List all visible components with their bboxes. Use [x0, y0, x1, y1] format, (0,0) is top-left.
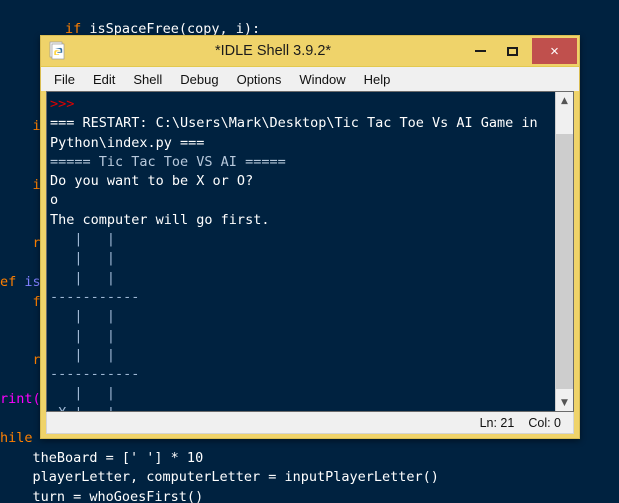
shell-line-text: >>> — [50, 96, 83, 112]
menu-item-file[interactable]: File — [45, 70, 84, 89]
idle-shell-window[interactable]: *IDLE Shell 3.9.2* × File Edit Shell Debug O… — [40, 35, 580, 439]
shell-line-text: | | — [50, 308, 116, 325]
shell-line: | | — [50, 269, 555, 288]
code-token: hile — [0, 430, 41, 446]
code-line: playerLetter, computerLetter = inputPlay… — [0, 468, 619, 488]
shell-line-text: ----------- — [50, 366, 140, 383]
shell-output-area[interactable]: >>> === RESTART: C:\Users\Mark\Desktop\T… — [46, 91, 574, 412]
menu-item-help[interactable]: Help — [355, 70, 400, 89]
shell-line: ----------- — [50, 288, 555, 307]
shell-line: === RESTART: C:\Users\Mark\Desktop\Tic T… — [50, 114, 555, 133]
close-icon: × — [550, 42, 559, 60]
code-token: playerLetter, computerLetter = inputPlay… — [0, 469, 439, 485]
code-token: rint( — [0, 391, 41, 407]
shell-line: | | — [50, 327, 555, 346]
menu-item-shell[interactable]: Shell — [124, 70, 171, 89]
shell-line: Do you want to be X or O? — [50, 172, 555, 191]
column-indicator: Col: 0 — [528, 415, 561, 430]
shell-line-text: ===== Tic Tac Toe VS AI ===== — [50, 153, 286, 170]
minimize-icon — [475, 50, 486, 52]
shell-line-text: ----------- — [50, 288, 140, 305]
code-token: theBoard = [' '] * 10 — [0, 449, 204, 466]
code-token: ef — [0, 274, 25, 290]
shell-line: | | — [50, 384, 555, 403]
shell-line-text: | | — [50, 385, 116, 402]
code-token: is — [24, 274, 41, 290]
python-idle-icon — [49, 41, 65, 60]
shell-text[interactable]: >>> === RESTART: C:\Users\Mark\Desktop\T… — [47, 92, 555, 411]
shell-line: Python\index.py === — [50, 134, 555, 153]
scroll-up-icon[interactable]: ▲ — [556, 92, 573, 109]
shell-line: | | — [50, 346, 555, 365]
shell-line-text: Do you want to be X or O? — [50, 173, 254, 190]
maximize-button[interactable] — [496, 38, 529, 64]
shell-line: | | — [50, 230, 555, 249]
shell-line-text: Python\index.py === — [50, 134, 205, 151]
menu-bar[interactable]: File Edit Shell Debug Options Window Help — [41, 66, 579, 91]
shell-line-text: | | — [50, 327, 116, 344]
menu-item-window[interactable]: Window — [290, 70, 354, 89]
shell-line-text: | | — [50, 269, 116, 286]
shell-line: ----------- — [50, 365, 555, 384]
shell-line: o — [50, 191, 555, 210]
shell-line: ===== Tic Tac Toe VS AI ===== — [50, 153, 555, 172]
shell-line: The computer will go first. — [50, 211, 555, 230]
shell-line: | | — [50, 307, 555, 326]
line-indicator: Ln: 21 — [479, 415, 515, 430]
menu-item-edit[interactable]: Edit — [84, 70, 124, 89]
shell-line-text: | | — [50, 346, 116, 363]
shell-line-text: o — [50, 192, 59, 209]
menu-item-debug[interactable]: Debug — [171, 70, 227, 89]
shell-line-text: | | — [50, 231, 116, 248]
screen: if isSpaceFree(copy, i): makeMove(copy, … — [0, 0, 619, 503]
shell-line: >>> — [50, 95, 555, 114]
title-bar[interactable]: *IDLE Shell 3.9.2* × — [41, 36, 579, 66]
code-line: theBoard = [' '] * 10 — [0, 449, 619, 469]
shell-line-text: | | — [50, 250, 116, 267]
code-token: turn = whoGoesFirst() — [0, 488, 204, 503]
maximize-icon — [507, 46, 518, 56]
code-line: turn = whoGoesFirst() — [0, 488, 619, 503]
shell-line-text: X | | — [50, 405, 115, 411]
shell-line: | | — [50, 249, 555, 268]
vertical-scrollbar[interactable]: ▲ ▼ — [555, 92, 573, 411]
close-button[interactable]: × — [532, 38, 577, 64]
status-bar: Ln: 21 Col: 0 — [46, 412, 574, 434]
shell-line-text: The computer will go first. — [50, 211, 270, 228]
scrollbar-thumb[interactable] — [556, 134, 573, 389]
shell-line-text: === RESTART: C:\Users\Mark\Desktop\Tic T… — [50, 115, 538, 132]
scroll-down-icon[interactable]: ▼ — [556, 394, 573, 411]
minimize-button[interactable] — [464, 38, 497, 64]
menu-item-options[interactable]: Options — [228, 70, 291, 89]
shell-line: X | | — [50, 404, 555, 411]
